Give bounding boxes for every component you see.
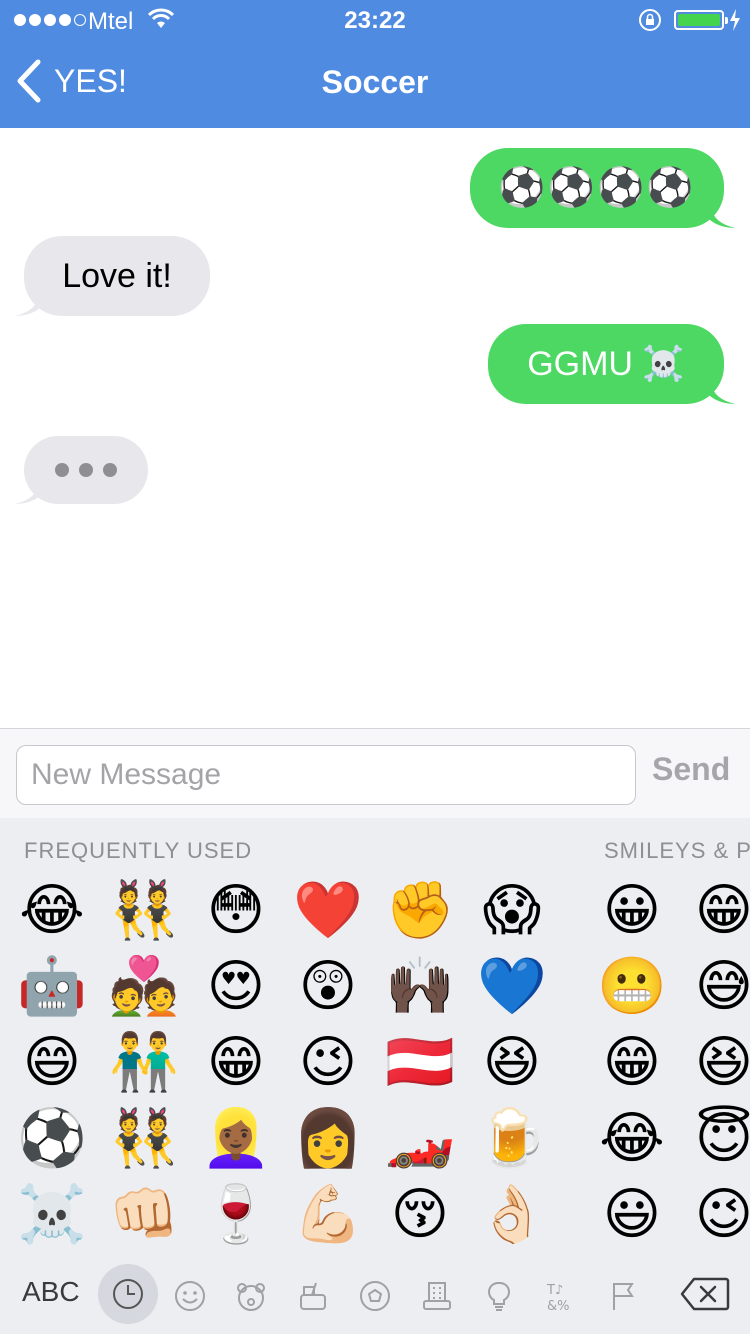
emoji-key[interactable]: 😂 [594,1100,670,1176]
typing-indicator [14,436,148,504]
charging-bolt-icon [730,9,740,31]
emoji-key[interactable]: ☠️ [14,1176,90,1252]
abc-key[interactable]: ABC [22,1276,80,1308]
emoji-key[interactable]: 😲 [290,948,366,1024]
emoji-key[interactable]: 👯 [106,1100,182,1176]
chevron-left-icon [17,59,41,103]
message-bubble-outgoing[interactable]: ⚽⚽⚽⚽ [470,148,736,228]
emoji-key[interactable]: 🙌🏿 [382,948,458,1024]
emoji-key[interactable]: 💪🏻 [290,1176,366,1252]
building-icon[interactable] [415,1274,459,1318]
keyboard-category-bar: ABC T♪ &% [0,1260,750,1334]
emoji-key[interactable]: 🤖 [14,948,90,1024]
bulb-icon[interactable] [477,1274,521,1318]
emoji-key[interactable]: ❤️ [290,872,366,948]
emoji-key[interactable]: 🍷 [198,1176,274,1252]
emoji-key[interactable]: 😍 [198,948,274,1024]
emoji-key[interactable]: ⚽ [14,1100,90,1176]
rotation-lock-icon [639,9,661,31]
emoji-key[interactable]: 😄 [14,1024,90,1100]
status-bar: Mtel 23:22 [0,0,750,40]
message-bubble-outgoing[interactable]: GGMU ☠️ [488,324,736,404]
message-text: GGMU ☠️ [527,345,685,383]
emoji-key[interactable]: 👌🏻 [474,1176,550,1252]
recent-icon[interactable] [98,1264,158,1324]
back-label: YES! [54,62,127,99]
emoji-key[interactable]: 😬 [594,948,670,1024]
emoji-key[interactable]: 😱 [474,872,550,948]
flag-icon[interactable] [601,1274,645,1318]
emoji-key[interactable]: 😂 [14,872,90,948]
section-frequently-used: FREQUENTLY USED [24,838,253,863]
emoji-key[interactable]: 😆 [686,1024,750,1100]
emoji-key[interactable]: 👩 [290,1100,366,1176]
emoji-key[interactable]: 😃 [594,1176,670,1252]
emoji-key[interactable]: 😁 [594,1024,670,1100]
bear-icon[interactable] [229,1274,273,1318]
delete-key-icon[interactable] [680,1276,730,1312]
back-button[interactable]: YES! [14,58,127,104]
emoji-key[interactable]: ✊ [382,872,458,948]
emoji-key[interactable]: 💙 [474,948,550,1024]
svg-text:T♪: T♪ [546,1283,563,1298]
message-bubble-incoming[interactable]: Love it! [14,236,210,316]
emoji-key[interactable]: 😚 [382,1176,458,1252]
message-composer: Send [0,728,750,818]
emoji-keyboard: FREQUENTLY USED SMILEYS & P 😂 👯 😳 ❤️ ✊ 😱 😀 😁 🤖 💑 😍… [0,818,750,1334]
message-text: Love it! [62,256,172,295]
emoji-key[interactable]: 😀 [594,872,670,948]
emoji-key[interactable]: 👊🏻 [106,1176,182,1252]
emoji-key[interactable]: 😅 [686,948,750,1024]
message-text: ⚽⚽⚽⚽ [498,167,696,209]
message-input[interactable] [16,745,636,805]
emoji-key[interactable]: 👬 [106,1024,182,1100]
emoji-key[interactable]: 💑 [106,948,182,1024]
symbols-icon[interactable]: T♪ &% [539,1274,583,1318]
send-button[interactable]: Send [652,751,730,788]
smiley-icon[interactable] [168,1274,212,1318]
emoji-key[interactable]: 🏎️ [382,1100,458,1176]
emoji-key[interactable]: 😁 [198,1024,274,1100]
ball-icon[interactable] [353,1274,397,1318]
svg-text:&%: &% [547,1299,570,1313]
emoji-key[interactable]: 😉 [290,1024,366,1100]
emoji-key[interactable]: 🍺 [474,1100,550,1176]
emoji-key[interactable]: 😁 [686,872,750,948]
emoji-key[interactable]: 😳 [198,872,274,948]
navigation-header: Mtel 23:22 YES! Soccer [0,0,750,128]
food-icon[interactable] [291,1274,335,1318]
section-smileys: SMILEYS & P [604,838,750,863]
emoji-key[interactable]: 🇦🇹 [382,1024,458,1100]
battery-icon [674,10,728,30]
emoji-key[interactable]: 😉 [686,1176,750,1252]
emoji-key[interactable]: 👯 [106,872,182,948]
emoji-key[interactable]: 😆 [474,1024,550,1100]
emoji-key[interactable]: 😇 [686,1100,750,1176]
emoji-key[interactable]: 👱🏾‍♀️ [198,1100,274,1176]
